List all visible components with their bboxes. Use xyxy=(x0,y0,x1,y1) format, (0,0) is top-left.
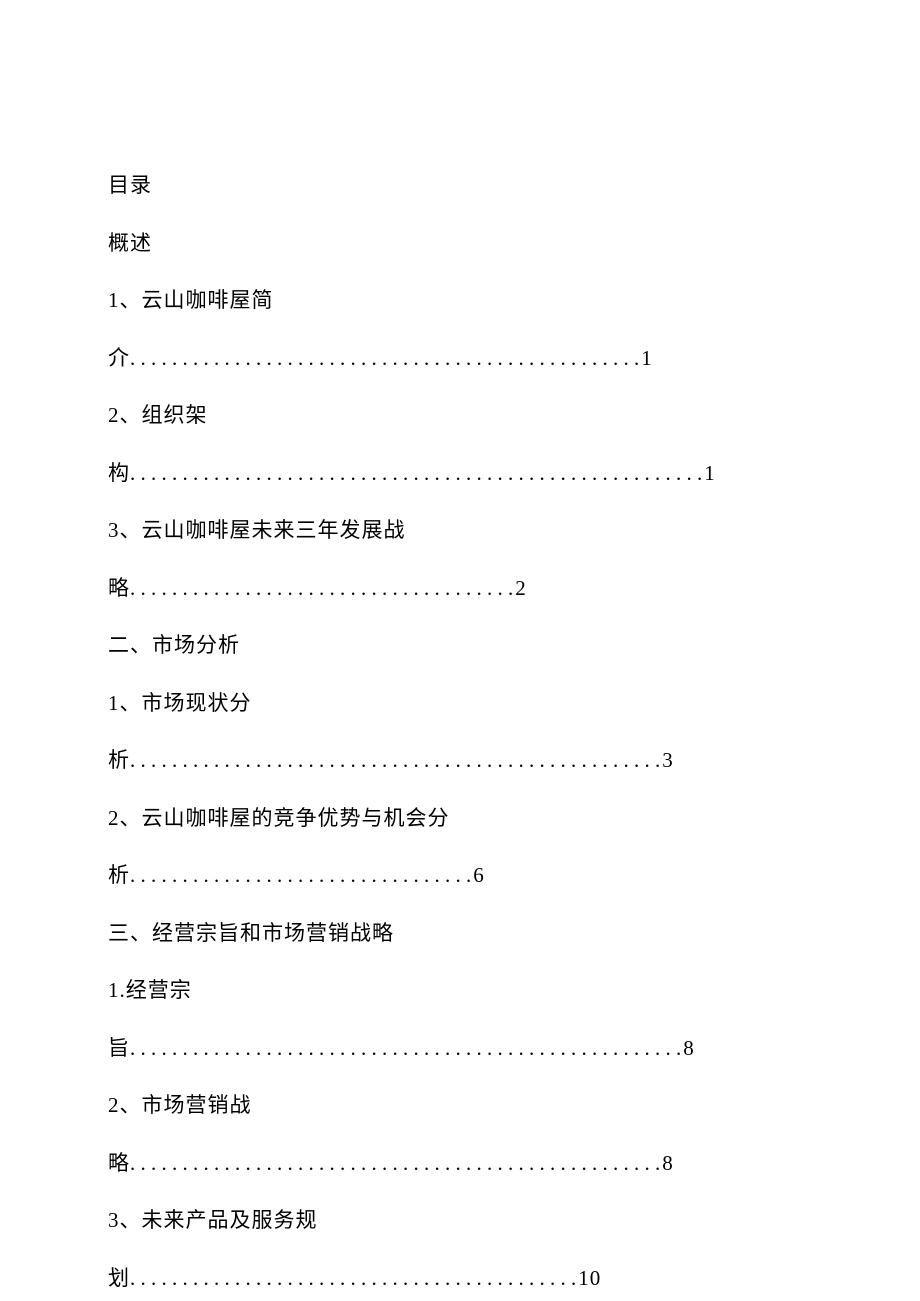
toc-page-number: 1 xyxy=(704,458,716,490)
toc-entry-dotted: 略 . . . . . . . . . . . . . . . . . . . … xyxy=(108,1148,812,1180)
toc-entry: 1、市场现状分 xyxy=(108,688,812,720)
section-heading-overview: 概述 xyxy=(108,228,812,260)
toc-dots: . . . . . . . . . . . . . . . . . . . . … xyxy=(130,860,471,892)
toc-dots: . . . . . . . . . . . . . . . . . . . . … xyxy=(130,1148,660,1180)
toc-entry-suffix: 析 xyxy=(108,745,130,777)
toc-dots: . . . . . . . . . . . . . . . . . . . . … xyxy=(130,1033,681,1065)
section-heading-2: 二、市场分析 xyxy=(108,630,812,662)
toc-entry: 2、云山咖啡屋的竞争优势与机会分 xyxy=(108,803,812,835)
toc-entry-dotted: 构 . . . . . . . . . . . . . . . . . . . … xyxy=(108,458,812,490)
toc-entry-dotted: 介 . . . . . . . . . . . . . . . . . . . … xyxy=(108,343,812,375)
toc-entry: 3、未来产品及服务规 xyxy=(108,1205,812,1237)
toc-page-number: 1 xyxy=(641,343,653,375)
toc-title: 目录 xyxy=(108,170,812,202)
toc-page-number: 8 xyxy=(662,1148,674,1180)
toc-entry-suffix: 略 xyxy=(108,1148,130,1180)
toc-entry-suffix: 划 xyxy=(108,1263,130,1295)
toc-entry: 1.经营宗 xyxy=(108,975,812,1007)
toc-entry-suffix: 介 xyxy=(108,343,130,375)
toc-entry-suffix: 析 xyxy=(108,860,130,892)
toc-dots: . . . . . . . . . . . . . . . . . . . . … xyxy=(130,458,702,490)
toc-entry-suffix: 旨 xyxy=(108,1033,130,1065)
toc-entry-dotted: 析 . . . . . . . . . . . . . . . . . . . … xyxy=(108,745,812,777)
toc-page-number: 3 xyxy=(662,745,674,777)
toc-page-number: 8 xyxy=(683,1033,695,1065)
toc-page-number: 2 xyxy=(515,573,527,605)
toc-entry: 2、市场营销战 xyxy=(108,1090,812,1122)
toc-entry-dotted: 划 . . . . . . . . . . . . . . . . . . . … xyxy=(108,1263,812,1295)
toc-dots: . . . . . . . . . . . . . . . . . . . . … xyxy=(130,1263,576,1295)
toc-page-number: 10 xyxy=(578,1263,601,1295)
toc-entry-dotted: 略 . . . . . . . . . . . . . . . . . . . … xyxy=(108,573,812,605)
toc-entry-suffix: 构 xyxy=(108,458,130,490)
toc-page-number: 6 xyxy=(473,860,485,892)
toc-dots: . . . . . . . . . . . . . . . . . . . . … xyxy=(130,573,513,605)
toc-dots: . . . . . . . . . . . . . . . . . . . . … xyxy=(130,343,639,375)
toc-entry: 2、组织架 xyxy=(108,400,812,432)
toc-dots: . . . . . . . . . . . . . . . . . . . . … xyxy=(130,745,660,777)
toc-entry: 1、云山咖啡屋简 xyxy=(108,285,812,317)
toc-entry: 3、云山咖啡屋未来三年发展战 xyxy=(108,515,812,547)
section-heading-3: 三、经营宗旨和市场营销战略 xyxy=(108,918,812,950)
toc-entry-dotted: 析 . . . . . . . . . . . . . . . . . . . … xyxy=(108,860,812,892)
toc-entry-suffix: 略 xyxy=(108,573,130,605)
toc-entry-dotted: 旨 . . . . . . . . . . . . . . . . . . . … xyxy=(108,1033,812,1065)
